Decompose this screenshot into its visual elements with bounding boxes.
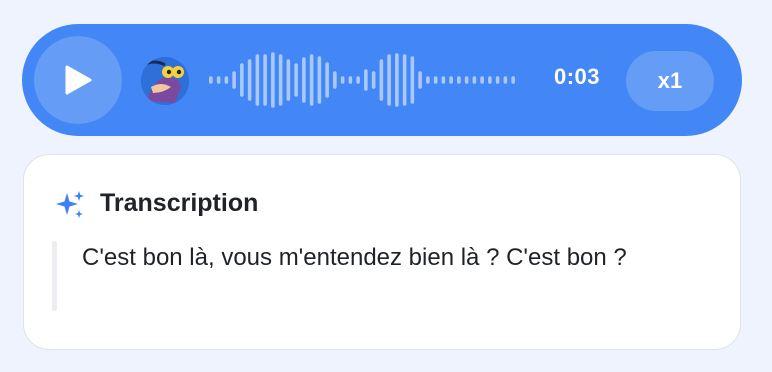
play-button[interactable] xyxy=(34,36,122,124)
transcription-card: Transcription C'est bon là, vous m'enten… xyxy=(23,154,741,350)
transcription-title: Transcription xyxy=(100,189,259,217)
playback-speed-button[interactable]: x1 xyxy=(626,51,714,111)
duration-label: 0:03 xyxy=(553,64,601,89)
quote-bar xyxy=(52,241,57,311)
play-icon xyxy=(65,65,92,95)
voice-message-player: 0:03 x1 xyxy=(22,24,742,136)
user-avatar-icon xyxy=(141,57,189,105)
sparkle-icon xyxy=(56,191,84,218)
transcription-text: C'est bon là, vous m'entendez bien là ? … xyxy=(82,244,627,271)
audio-waveform[interactable] xyxy=(207,50,517,110)
avatar xyxy=(141,57,189,105)
